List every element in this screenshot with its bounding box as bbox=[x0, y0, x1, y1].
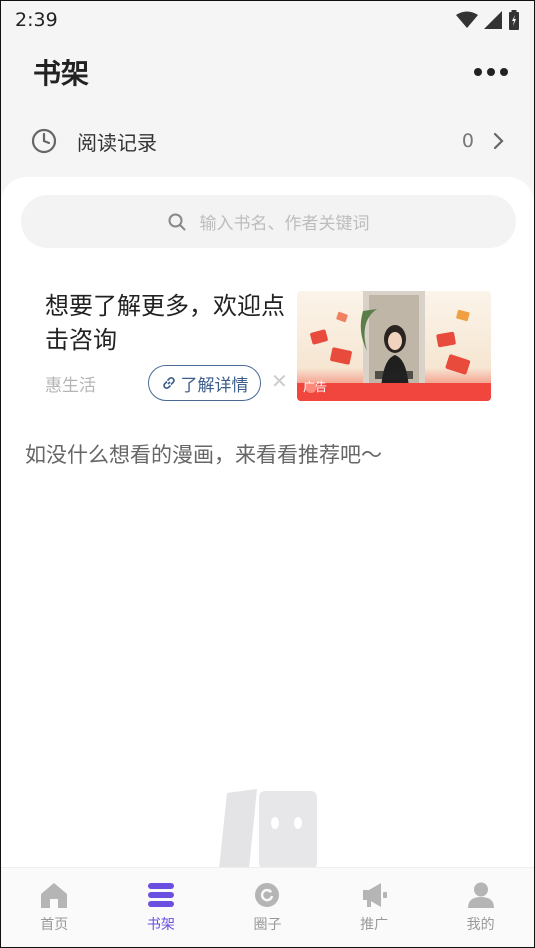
ad-details-button[interactable]: 了解详情 bbox=[148, 365, 261, 401]
mascot-illustration bbox=[219, 789, 317, 867]
tab-promote[interactable]: 推广 bbox=[334, 882, 414, 934]
ad-badge-label: 广告 bbox=[303, 380, 328, 394]
ad-title[interactable]: 想要了解更多，欢迎点击咨询 bbox=[45, 289, 285, 357]
search-input[interactable]: 输入书名、作者关键词 bbox=[21, 195, 516, 248]
tab-profile[interactable]: 我的 bbox=[441, 882, 521, 934]
search-icon bbox=[168, 213, 185, 230]
signal-icon bbox=[484, 11, 502, 29]
status-bar: 2:39 bbox=[1, 1, 534, 39]
reading-history-row[interactable]: 阅读记录 0 bbox=[1, 113, 534, 169]
tab-home-label: 首页 bbox=[40, 916, 69, 933]
page-title: 书架 bbox=[33, 57, 90, 90]
home-icon bbox=[41, 882, 68, 908]
more-icon bbox=[487, 68, 495, 76]
bookshelf-icon bbox=[147, 882, 174, 907]
ad-source: 惠生活 bbox=[45, 376, 96, 396]
more-icon bbox=[474, 68, 482, 76]
tab-circle[interactable]: 圈子 bbox=[227, 882, 307, 934]
circle-icon bbox=[255, 882, 280, 907]
reading-history-label: 阅读记录 bbox=[77, 130, 157, 155]
tab-bookshelf-label: 书架 bbox=[146, 916, 175, 933]
chevron-right-icon bbox=[493, 132, 504, 150]
tab-bookshelf[interactable]: 书架 bbox=[121, 882, 201, 934]
ad-badge: 广告 bbox=[303, 378, 327, 395]
ad-details-label: 了解详情 bbox=[180, 375, 249, 396]
bookshelf-panel: 输入书名、作者关键词 想要了解更多，欢迎点击咨询 惠生活 了解详情 ✕ 广告 如… bbox=[1, 177, 534, 867]
reading-history-count: 0 bbox=[461, 130, 474, 152]
profile-icon bbox=[467, 882, 494, 908]
ad-image[interactable]: 广告 bbox=[297, 291, 491, 401]
more-button[interactable] bbox=[474, 68, 508, 76]
tab-home[interactable]: 首页 bbox=[14, 882, 94, 934]
recommend-text: 如没什么想看的漫画，来看看推荐吧～ bbox=[25, 443, 382, 467]
header: 书架 bbox=[1, 41, 534, 103]
ad-close-button[interactable]: ✕ bbox=[271, 369, 288, 393]
more-icon bbox=[500, 68, 508, 76]
wifi-icon bbox=[456, 11, 478, 28]
status-icons bbox=[456, 10, 520, 30]
status-time: 2:39 bbox=[15, 9, 58, 31]
tab-circle-label: 圈子 bbox=[253, 916, 282, 933]
battery-icon bbox=[509, 10, 519, 30]
bottom-tab-bar: 首页 书架 圈子 推广 我的 bbox=[1, 867, 534, 947]
tab-promote-label: 推广 bbox=[360, 916, 389, 933]
search-placeholder: 输入书名、作者关键词 bbox=[199, 214, 370, 234]
tab-profile-label: 我的 bbox=[466, 916, 495, 933]
clock-icon bbox=[31, 128, 57, 154]
link-icon bbox=[162, 377, 175, 389]
megaphone-icon bbox=[363, 882, 388, 907]
